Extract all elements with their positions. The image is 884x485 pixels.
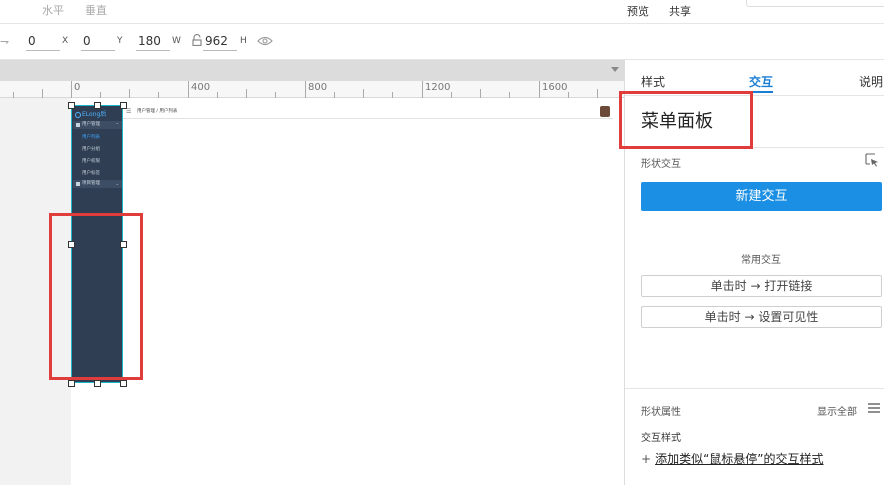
ruler-label-1600: 1600 [542,82,568,93]
ruler-label-800: 800 [308,82,328,93]
edge-icon[interactable]: ⇁ [0,35,9,48]
canvas-header-strip [0,60,624,81]
resize-handle-se[interactable] [120,380,127,387]
property-bar: ⇁ 0 X 0 Y 180 W 962 H [0,24,884,60]
menu-item[interactable]: 用户分组 [82,146,100,152]
on-click-open-link-button[interactable]: 单击时 → 打开链接 [641,275,882,297]
collapse-arrow-icon[interactable] [611,67,619,72]
search-input[interactable] [746,0,884,7]
menu-lines-icon[interactable] [868,403,880,413]
y-input[interactable]: 0 [81,33,115,51]
logo-circle-icon [75,111,81,118]
ruler-label-400: 400 [191,82,211,93]
w-label: W [172,36,181,46]
avatar [600,106,610,117]
interaction-style-label: 交互样式 [641,433,681,444]
on-click-set-visibility-button[interactable]: 单击时 → 设置可见性 [641,306,882,328]
resize-handle-n[interactable] [94,102,101,109]
menu-item[interactable]: 用户列表 [82,134,100,140]
menu-item[interactable]: 用户权限 [82,158,100,164]
width-input[interactable]: 180 [136,33,170,51]
menu-group-icon [76,182,80,186]
menu-group-icon [76,123,80,127]
preview-button[interactable]: 预览 [627,3,649,19]
add-interaction-style[interactable]: + 添加类似“鼠标悬停”的交互样式 [641,450,824,467]
tab-style[interactable]: 样式 [641,73,665,90]
chevron-down-icon: ⌄ [115,181,119,186]
lock-icon[interactable] [192,34,202,46]
top-toolbar: 水平 垂直 预览 共享 [0,0,884,24]
new-interaction-button[interactable]: 新建交互 [641,182,882,211]
tab-interactions[interactable]: 交互 [749,73,774,93]
menu-item[interactable]: 用户标签 [82,170,100,176]
show-all-link[interactable]: 显示全部 [817,403,857,418]
y-label: Y [117,36,123,46]
resize-handle-nw[interactable] [68,102,75,109]
shape-interaction-label: 形状交互 [641,159,681,170]
menu-group-user[interactable]: 用户管理 ⌃ [73,121,122,129]
menu-group-label: 项目管理 [82,181,100,186]
hamburger-icon: ☰ [126,108,132,115]
highlight-box-widget-name [619,91,753,149]
resize-handle-s[interactable] [94,380,101,387]
artboard[interactable] [71,98,624,485]
height-input[interactable]: 962 [203,33,237,51]
x-input[interactable]: 0 [26,33,60,51]
resize-handle-ne[interactable] [120,102,127,109]
horizontal-ruler: 0 400 800 1200 1600 [0,81,624,98]
tab-notes[interactable]: 说明 [859,73,883,90]
ruler-label-1200: 1200 [425,82,451,93]
shape-properties-label: 形状属性 [641,407,681,418]
eye-icon[interactable] [257,36,273,46]
breadcrumb: 用户管理 / 用户列表 [137,109,178,114]
pick-icon[interactable] [865,153,879,167]
h-label: H [240,36,247,46]
resize-handle-sw[interactable] [68,380,75,387]
plus-icon: + [641,452,652,466]
x-label: X [62,36,69,46]
axure-editor: 水平 垂直 预览 共享 ⇁ 0 X 0 Y 180 W 962 H 0 400 … [0,0,884,485]
prototype-logo: ELong后 [75,109,106,118]
prototype-header[interactable]: ☰ 用户管理 / 用户列表 [123,105,613,119]
add-interaction-style-link[interactable]: 添加类似“鼠标悬停”的交互样式 [655,452,823,466]
menu-group-label: 用户管理 [82,122,100,127]
share-button[interactable]: 共享 [669,3,691,19]
divider [625,388,884,389]
ruler-label-0: 0 [74,82,81,93]
align-vertical-button[interactable]: 垂直 [85,2,107,18]
menu-group-project[interactable]: 项目管理 ⌄ [73,180,122,188]
align-horizontal-button[interactable]: 水平 [42,2,64,18]
logo-text: ELong后 [82,111,107,118]
chevron-up-icon: ⌃ [115,122,119,127]
common-interactions-label: 常用交互 [741,255,781,266]
highlight-box-canvas [49,213,143,380]
